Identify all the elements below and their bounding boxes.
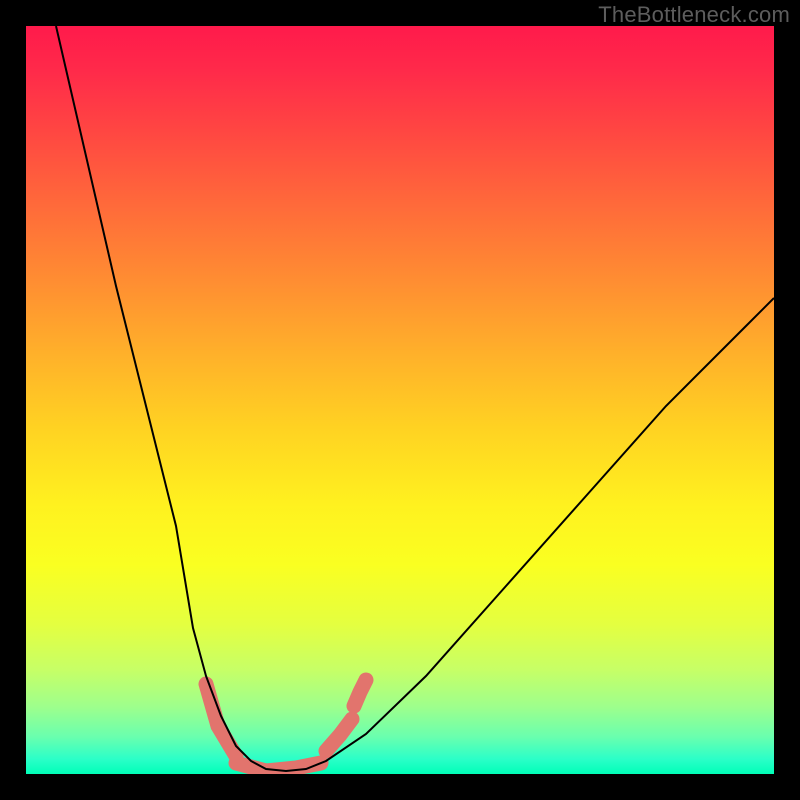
watermark-text: TheBottleneck.com <box>598 2 790 28</box>
highlight-segment-1 <box>206 684 236 756</box>
highlight-segment-3 <box>326 719 352 751</box>
highlight-segment-2 <box>236 763 321 771</box>
chart-plot-area <box>26 26 774 774</box>
chart-svg <box>26 26 774 774</box>
highlight-segment-4 <box>354 680 366 706</box>
curve-line <box>56 26 774 771</box>
